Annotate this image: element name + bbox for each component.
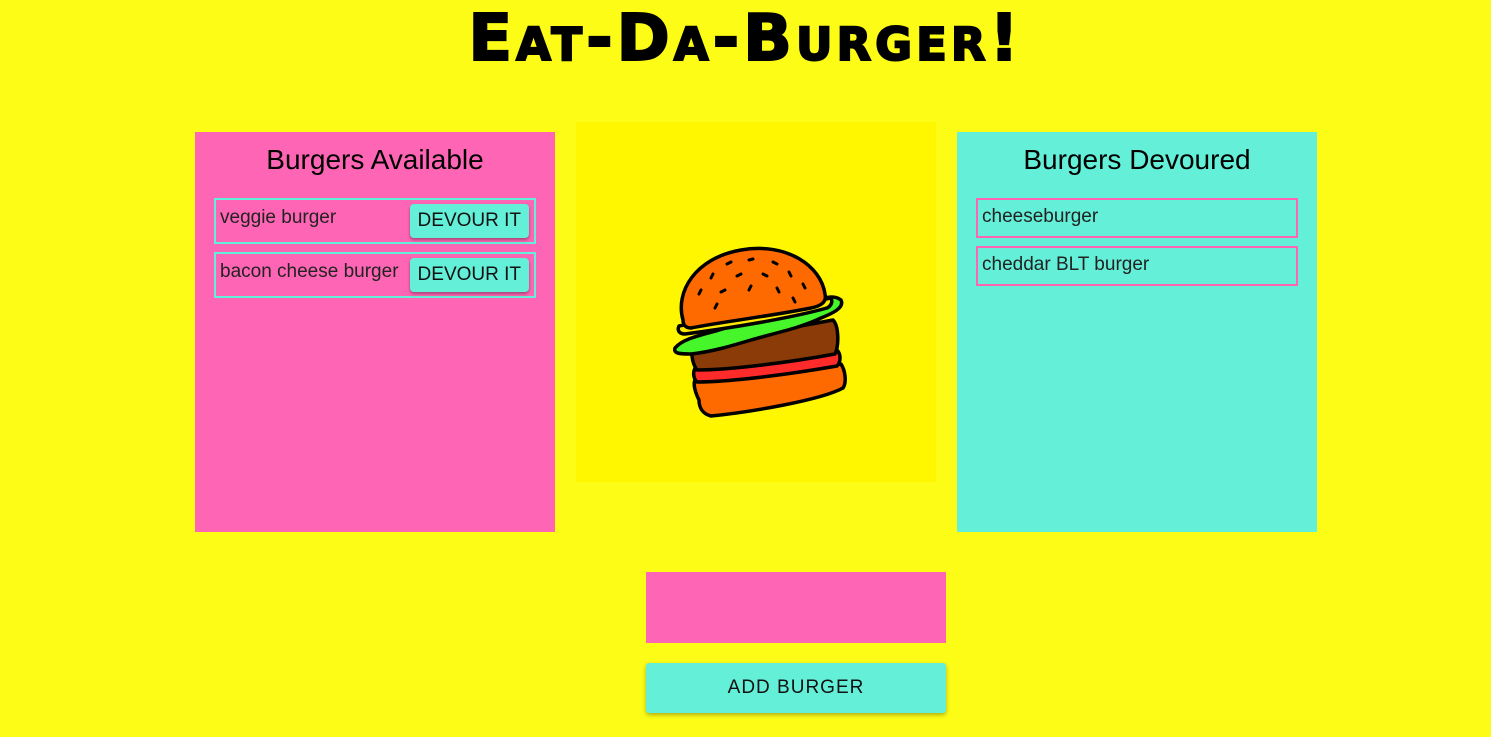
available-list: veggie burger DEVOUR IT bacon cheese bur… bbox=[214, 198, 536, 306]
burger-name: bacon cheese burger bbox=[220, 261, 399, 282]
burger-illustration bbox=[576, 122, 936, 482]
available-item: bacon cheese burger DEVOUR IT bbox=[214, 252, 536, 298]
burger-name-input[interactable] bbox=[646, 572, 946, 643]
devoured-item: cheeseburger bbox=[976, 198, 1298, 238]
app-title: Eat-Da-Burger! bbox=[467, 1, 1023, 77]
burger-name: cheddar BLT burger bbox=[982, 254, 1150, 275]
devoured-item: cheddar BLT burger bbox=[976, 246, 1298, 286]
page: Eat-Da-Burger! Burgers Available veggie … bbox=[0, 0, 1491, 737]
burger-name: veggie burger bbox=[220, 207, 337, 228]
burgers-available-heading: Burgers Available bbox=[266, 144, 484, 175]
burgers-devoured-heading: Burgers Devoured bbox=[1023, 144, 1251, 175]
burgers-available-panel: Burgers Available veggie burger DEVOUR I… bbox=[195, 132, 555, 532]
devour-button[interactable]: DEVOUR IT bbox=[409, 258, 529, 292]
burgers-devoured-panel: Burgers Devoured cheeseburger cheddar BL… bbox=[957, 132, 1317, 532]
devour-button[interactable]: DEVOUR IT bbox=[409, 204, 529, 238]
burger-name: cheeseburger bbox=[982, 206, 1099, 227]
burger-icon bbox=[672, 246, 847, 418]
add-burger-button[interactable]: ADD BURGER bbox=[646, 663, 946, 713]
devoured-list: cheeseburger cheddar BLT burger bbox=[976, 198, 1298, 294]
available-item: veggie burger DEVOUR IT bbox=[214, 198, 536, 244]
